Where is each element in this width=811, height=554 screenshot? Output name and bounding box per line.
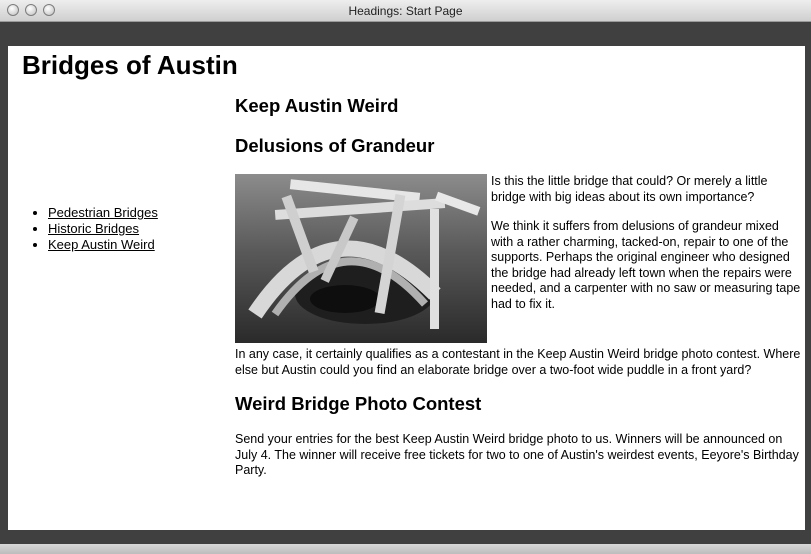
window-frame-bottom: [0, 530, 811, 544]
section-heading: Keep Austin Weird: [235, 95, 399, 116]
browser-window: Headings: Start Page Bridges of Austin P…: [0, 0, 811, 554]
nav-link-pedestrian-bridges[interactable]: Pedestrian Bridges: [48, 205, 158, 220]
nav-item-weird: Keep Austin Weird: [48, 237, 158, 253]
status-bar: [0, 544, 811, 554]
window-frame-left: [0, 46, 8, 530]
subsection-heading: Delusions of Grandeur: [235, 135, 435, 156]
bridge-photo: [235, 174, 487, 343]
paragraph-contest: Send your entries for the best Keep Aust…: [235, 432, 799, 477]
page-content: Bridges of Austin Pedestrian Bridges His…: [8, 46, 805, 530]
window-title: Headings: Start Page: [348, 4, 463, 18]
nav-item-historic: Historic Bridges: [48, 221, 158, 237]
paragraph-contestant: In any case, it certainly qualifies as a…: [235, 347, 801, 377]
title-bar[interactable]: Headings: Start Page: [0, 0, 811, 22]
nav-list: Pedestrian Bridges Historic Bridges Keep…: [30, 205, 158, 253]
nav-item-pedestrian: Pedestrian Bridges: [48, 205, 158, 221]
nav-link-keep-austin-weird[interactable]: Keep Austin Weird: [48, 237, 155, 252]
contest-heading: Weird Bridge Photo Contest: [235, 393, 482, 414]
window-frame-right: [805, 46, 811, 530]
page-title: Bridges of Austin: [22, 50, 238, 80]
nav-link-historic-bridges[interactable]: Historic Bridges: [48, 221, 139, 236]
toolbar-band: [0, 22, 811, 46]
main-column: Keep Austin Weird Delusions of Grandeur: [235, 94, 801, 493]
